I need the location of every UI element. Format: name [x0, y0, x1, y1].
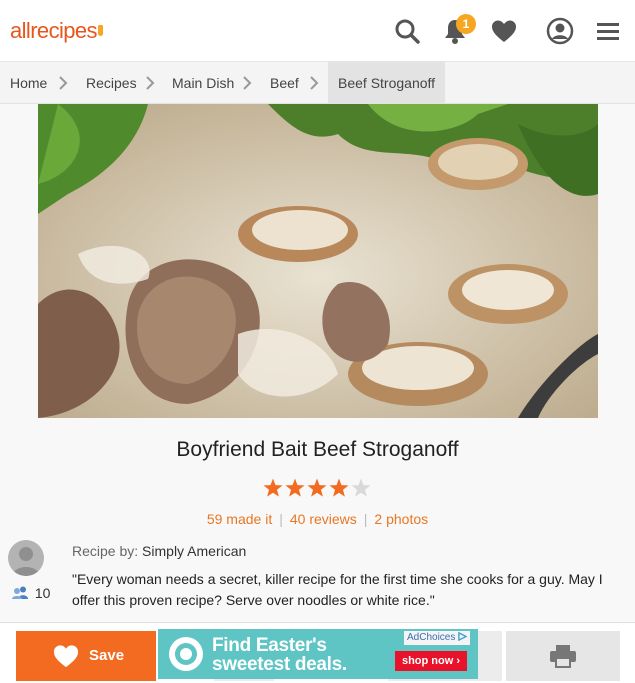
ad-headline-line2: sweetest deals.	[212, 654, 347, 675]
photos-link[interactable]: 2 photos	[374, 511, 428, 527]
star-filled-icon[interactable]	[285, 478, 305, 497]
site-header: allrecipes 1	[0, 0, 635, 62]
heart-icon[interactable]	[489, 16, 519, 46]
recipe-stats: 59 made it | 40 reviews | 2 photos	[0, 511, 635, 527]
breadcrumb-beef[interactable]: Beef	[270, 62, 299, 104]
ad-choices-icon	[458, 631, 468, 642]
recipe-byline: Recipe by: Simply American	[72, 543, 246, 559]
ad-headline: Find Easter's sweetest deals.	[212, 636, 347, 674]
logo-spoon-mark	[97, 25, 103, 36]
logo-text: allrecipes	[10, 18, 98, 43]
ad-choices-label[interactable]: AdChoices	[404, 631, 471, 645]
hamburger-menu-icon[interactable]	[593, 16, 623, 46]
breadcrumb-main-dish[interactable]: Main Dish	[172, 62, 234, 104]
breadcrumb-recipes[interactable]: Recipes	[86, 62, 137, 104]
default-user-icon	[12, 547, 40, 576]
breadcrumb: Home Recipes Main Dish Beef Beef Strogan…	[0, 62, 635, 104]
author-name[interactable]: Simply American	[142, 543, 246, 559]
recipe-description: "Every woman needs a secret, killer reci…	[72, 571, 603, 608]
followers-icon	[12, 586, 28, 599]
profile-icon[interactable]	[545, 16, 575, 46]
chevron-right-icon	[310, 76, 319, 90]
star-rating[interactable]	[262, 478, 372, 498]
star-empty-icon[interactable]	[351, 478, 371, 497]
made-it-link[interactable]: 59 made it	[207, 511, 272, 527]
author-avatar[interactable]	[8, 540, 44, 576]
allrecipes-logo[interactable]: allrecipes	[10, 18, 103, 44]
byline-label: Recipe by:	[72, 543, 139, 559]
divider: |	[363, 511, 368, 527]
breadcrumb-current-page: Beef Stroganoff	[328, 62, 446, 104]
print-button[interactable]	[506, 631, 620, 681]
divider: |	[279, 511, 283, 527]
followers-number: 10	[34, 585, 51, 601]
shop-now-button[interactable]: shop now ›	[395, 651, 467, 671]
chevron-right-icon	[146, 76, 155, 90]
ad-choices-text: AdChoices	[407, 632, 456, 643]
star-filled-icon[interactable]	[307, 478, 327, 497]
ad-headline-line1: Find Easter's	[212, 635, 327, 656]
recipe-photo[interactable]	[38, 104, 598, 418]
recipe-title: Boyfriend Bait Beef Stroganoff	[176, 438, 459, 461]
advertisement-banner[interactable]: Find Easter's sweetest deals. AdChoices …	[158, 629, 478, 679]
heart-icon	[53, 645, 79, 668]
recipe-action-bar: Save Find Easter's sweetest deals. AdCho…	[0, 622, 635, 683]
printer-icon	[550, 645, 576, 668]
star-filled-icon[interactable]	[263, 478, 283, 497]
star-filled-icon[interactable]	[329, 478, 349, 497]
chevron-right-icon	[59, 76, 68, 90]
target-logo-icon	[169, 637, 203, 671]
followers-count[interactable]: 10	[12, 585, 50, 601]
notification-badge: 1	[456, 14, 476, 34]
breadcrumb-home[interactable]: Home	[10, 62, 47, 104]
search-icon[interactable]	[392, 16, 422, 46]
chevron-right-icon	[243, 76, 252, 90]
reviews-link[interactable]: 40 reviews	[290, 511, 357, 527]
save-button[interactable]: Save	[16, 631, 156, 681]
stroganoff-photo-illustration	[38, 104, 598, 418]
save-label: Save	[89, 647, 125, 664]
